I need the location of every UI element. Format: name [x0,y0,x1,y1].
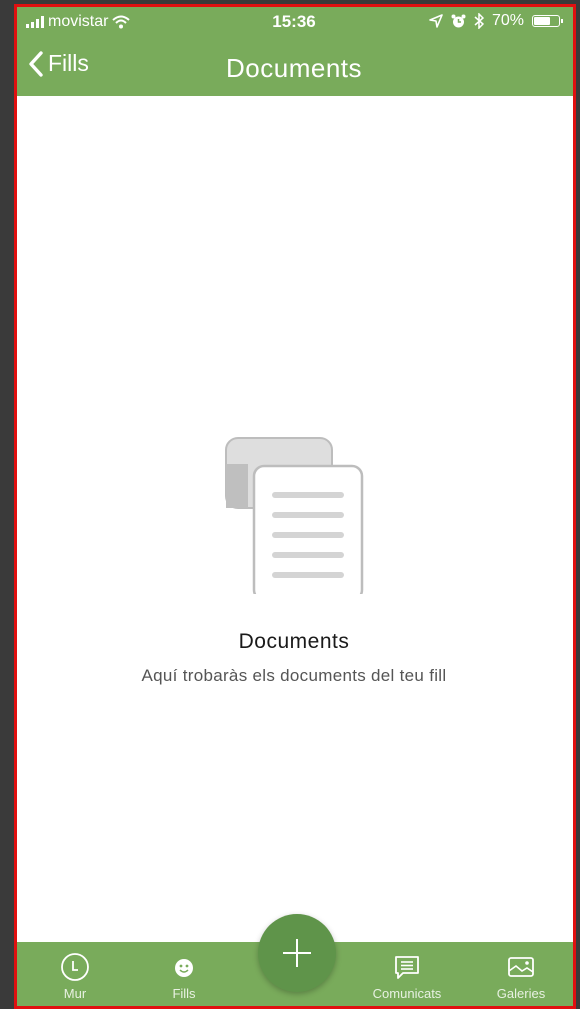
message-icon [395,956,419,979]
alarm-icon [451,14,466,27]
empty-state: Documents Aquí trobaràs els documents de… [14,424,574,686]
battery-fill [534,17,550,25]
nav-bar: Fills Documents [14,44,574,92]
tab-label-comunicats: Comunicats [372,986,442,1001]
documents-icon [214,424,374,602]
header: movistar 15:36 70% Fills Documents [14,4,574,96]
tab-label-galeries: Galeries [496,986,546,1001]
empty-title: Documents [238,630,350,653]
empty-subtitle: Aquí trobaràs els documents del teu fill [141,666,447,685]
tab-label-mur: Mur [63,986,87,1001]
status-right: 70% [429,12,563,30]
location-icon [429,14,443,28]
bluetooth-icon [474,13,484,29]
tab-fills[interactable]: Fills [139,942,229,1007]
app-screen: movistar 15:36 70% Fills Documents Docum… [14,4,574,1007]
image-icon [508,957,534,977]
battery-icon [532,15,563,27]
tab-label-fills: Fills [172,986,196,1001]
tab-comunicats[interactable]: Comunicats [362,942,452,1007]
battery-percent: 70% [491,12,524,29]
add-button[interactable] [258,914,336,992]
smiley-icon [175,959,193,977]
tab-mur[interactable]: Mur [30,942,120,1007]
status-bar: movistar 15:36 70% [14,4,574,40]
page-title: Documents [226,53,362,83]
clock-icon [61,953,89,981]
tab-galeries[interactable]: Galeries [476,942,566,1007]
